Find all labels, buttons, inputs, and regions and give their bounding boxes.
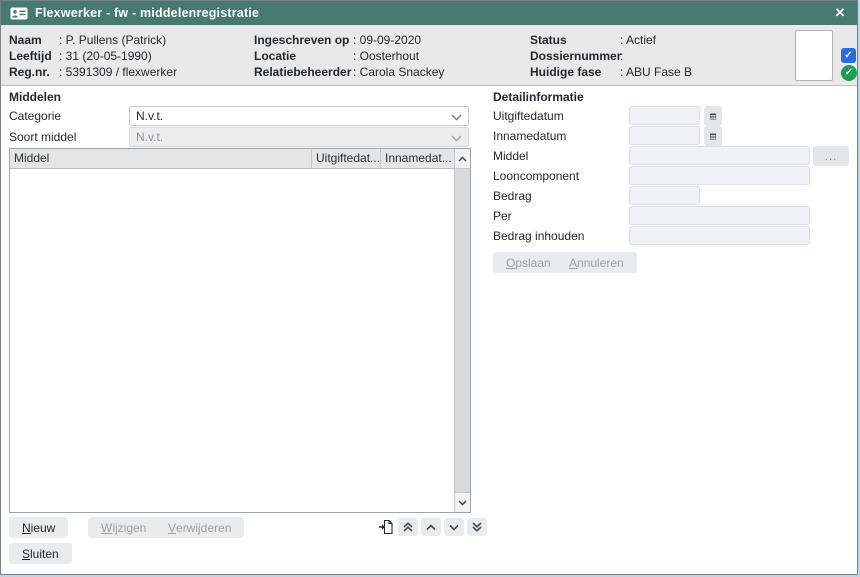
opslaan-button[interactable]: Opslaan: [493, 252, 564, 273]
column-header-uitgiftedatum[interactable]: Uitgiftedat...: [312, 149, 381, 168]
scrollbar-thumb[interactable]: [455, 168, 470, 493]
photo-placeholder: [795, 30, 833, 81]
field-label: Ingeschreven op: [254, 32, 353, 48]
record-navigation: [377, 518, 487, 536]
middel-label: Middel: [493, 146, 528, 166]
header-column-registration: Ingeschreven op: 09-09-2020 Locatie: Oos…: [254, 32, 444, 80]
wijzigen-button[interactable]: Wijzigen: [88, 517, 159, 538]
flexwerker-window: Flexwerker - fw - middelenregistratie ✕ …: [0, 0, 858, 575]
middel-input[interactable]: [629, 146, 810, 165]
uitgiftedatum-label: Uitgiftedatum: [493, 106, 564, 126]
categorie-label: Categorie: [9, 106, 61, 126]
middel-browse-button[interactable]: ...: [813, 146, 849, 166]
looncomponent-input[interactable]: [629, 166, 810, 185]
bedrag-input[interactable]: [629, 186, 700, 205]
sluiten-button[interactable]: Sluiten: [9, 543, 72, 564]
uitgiftedatum-calendar-icon[interactable]: [704, 106, 722, 126]
categorie-selected-value: N.v.t.: [136, 109, 163, 123]
uitgiftedatum-input[interactable]: [629, 106, 700, 125]
column-header-innamedatum[interactable]: Innamedat...: [381, 149, 454, 168]
chevron-down-icon: [451, 114, 462, 121]
field-label: Dossiernummer: [530, 48, 620, 64]
looncomponent-label: Looncomponent: [493, 166, 579, 186]
field-value: : 09-09-2020: [353, 32, 421, 48]
per-label: Per: [493, 206, 512, 226]
field-label: Leeftijd: [9, 48, 59, 64]
field-label: Reg.nr.: [9, 64, 59, 80]
chevron-down-icon: [451, 135, 462, 142]
middelen-table: Middel Uitgiftedat... Innamedat...: [9, 148, 471, 513]
field-value: : Actief: [620, 32, 656, 48]
field-value: : ABU Fase B: [620, 64, 692, 80]
innamedatum-input[interactable]: [629, 126, 700, 145]
nieuw-button[interactable]: Nieuw: [9, 517, 68, 538]
bedrag-label: Bedrag: [493, 186, 532, 206]
field-value: : 31 (20-05-1990): [59, 48, 152, 64]
bedrag-inhouden-label: Bedrag inhouden: [493, 226, 584, 246]
field-value: :: [620, 48, 623, 64]
move-last-icon[interactable]: [467, 518, 487, 536]
verwijderen-button[interactable]: Verwijderen: [155, 517, 244, 538]
detail-section-title: Detailinformatie: [493, 90, 584, 104]
field-label: Status: [530, 32, 620, 48]
bedrag-inhouden-input[interactable]: [629, 226, 810, 245]
field-value: : Carola Snackey: [353, 64, 444, 80]
field-value: : 5391309 / flexwerker: [59, 64, 177, 80]
per-input[interactable]: [629, 206, 810, 225]
annuleren-button[interactable]: Annuleren: [556, 252, 637, 273]
goto-record-page-icon[interactable]: [377, 519, 395, 536]
move-down-icon[interactable]: [444, 518, 464, 536]
main-area: Middelen Categorie N.v.t. Soort middel N…: [1, 86, 857, 574]
field-label: Locatie: [254, 48, 353, 64]
move-first-icon[interactable]: [398, 518, 418, 536]
soort-middel-label: Soort middel: [9, 127, 76, 147]
titlebar: Flexwerker - fw - middelenregistratie ✕: [1, 1, 857, 25]
field-label: Huidige fase: [530, 64, 620, 80]
header-column-person: Naam: P. Pullens (Patrick) Leeftijd: 31 …: [9, 32, 177, 80]
soort-middel-selected-value: N.v.t.: [136, 130, 163, 144]
soort-middel-select[interactable]: N.v.t.: [129, 127, 469, 147]
column-header-middel[interactable]: Middel: [10, 149, 312, 168]
header-column-status: Status: Actief Dossiernummer: Huidige fa…: [530, 32, 692, 80]
field-value: : P. Pullens (Patrick): [59, 32, 166, 48]
close-icon[interactable]: ✕: [832, 5, 848, 21]
innamedatum-label: Innamedatum: [493, 126, 566, 146]
scroll-down-icon[interactable]: [455, 493, 470, 512]
table-header-row: Middel Uitgiftedat... Innamedat...: [10, 149, 454, 169]
field-label: Relatiebeheerder: [254, 64, 353, 80]
window-title: Flexwerker - fw - middelenregistratie: [35, 6, 259, 20]
move-up-icon[interactable]: [421, 518, 441, 536]
middelen-section-title: Middelen: [9, 90, 61, 104]
blue-checkbox-icon: ✓: [841, 48, 856, 63]
field-value: : Oosterhout: [353, 48, 419, 64]
field-label: Naam: [9, 32, 59, 48]
green-check-icon: ✓: [841, 65, 857, 81]
table-scrollbar[interactable]: [454, 149, 470, 512]
scroll-up-icon[interactable]: [455, 149, 470, 168]
innamedatum-calendar-icon[interactable]: [704, 126, 722, 146]
person-info-header: Naam: P. Pullens (Patrick) Leeftijd: 31 …: [1, 25, 857, 86]
categorie-select[interactable]: N.v.t.: [129, 106, 469, 126]
id-card-icon: [10, 7, 28, 20]
